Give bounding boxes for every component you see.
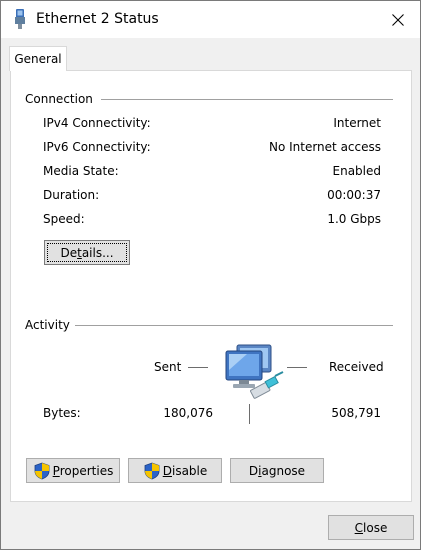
ipv4-label: IPv4 Connectivity: — [43, 116, 151, 130]
connection-group-label: Connection — [25, 92, 93, 106]
speed-value: 1.0 Gbps — [327, 212, 381, 226]
activity-divider — [75, 325, 393, 326]
network-adapter-icon — [13, 9, 27, 29]
details-button[interactable]: Details... — [44, 240, 130, 265]
media-state-value: Enabled — [332, 164, 382, 178]
duration-value: 00:00:37 — [327, 188, 381, 202]
properties-button[interactable]: Properties — [26, 458, 120, 483]
uac-shield-icon — [143, 462, 161, 480]
received-label: Received — [329, 360, 384, 374]
ipv6-value: No Internet access — [268, 140, 381, 154]
duration-label: Duration: — [43, 188, 100, 202]
close-button-label: Close — [354, 520, 388, 535]
status-dialog: Ethernet 2 Status General Connection IPv… — [0, 0, 421, 550]
bytes-sent-value: 180,076 — [163, 406, 213, 420]
received-connector-line — [287, 367, 307, 368]
close-button[interactable]: Close — [328, 515, 414, 540]
network-computer-icon — [221, 342, 285, 400]
bytes-received-value: 508,791 — [331, 406, 381, 420]
details-button-label: Details... — [60, 245, 114, 260]
title-bar[interactable]: Ethernet 2 Status — [1, 1, 420, 38]
bytes-divider — [249, 404, 250, 424]
speed-label: Speed: — [43, 212, 85, 226]
ipv4-value: Internet — [333, 116, 381, 130]
activity-group-label: Activity — [25, 318, 70, 332]
close-icon[interactable] — [375, 1, 420, 38]
tab-general[interactable]: General — [9, 46, 67, 71]
sent-connector-line — [188, 367, 208, 368]
disable-button-label: Disable — [162, 463, 208, 478]
sent-label: Sent — [154, 360, 182, 374]
ipv6-label: IPv6 Connectivity: — [43, 140, 151, 154]
tab-general-label: General — [14, 52, 62, 66]
connection-divider — [101, 99, 393, 100]
tab-panel-general: Connection IPv4 Connectivity: Internet I… — [10, 70, 412, 502]
bytes-label: Bytes: — [43, 406, 81, 420]
media-state-label: Media State: — [43, 164, 119, 178]
disable-button[interactable]: Disable — [128, 458, 222, 483]
uac-shield-icon — [33, 462, 51, 480]
diagnose-button-label: Diagnose — [248, 463, 306, 478]
diagnose-button[interactable]: Diagnose — [230, 458, 324, 483]
window-title: Ethernet 2 Status — [36, 11, 159, 27]
properties-button-label: Properties — [52, 463, 114, 478]
